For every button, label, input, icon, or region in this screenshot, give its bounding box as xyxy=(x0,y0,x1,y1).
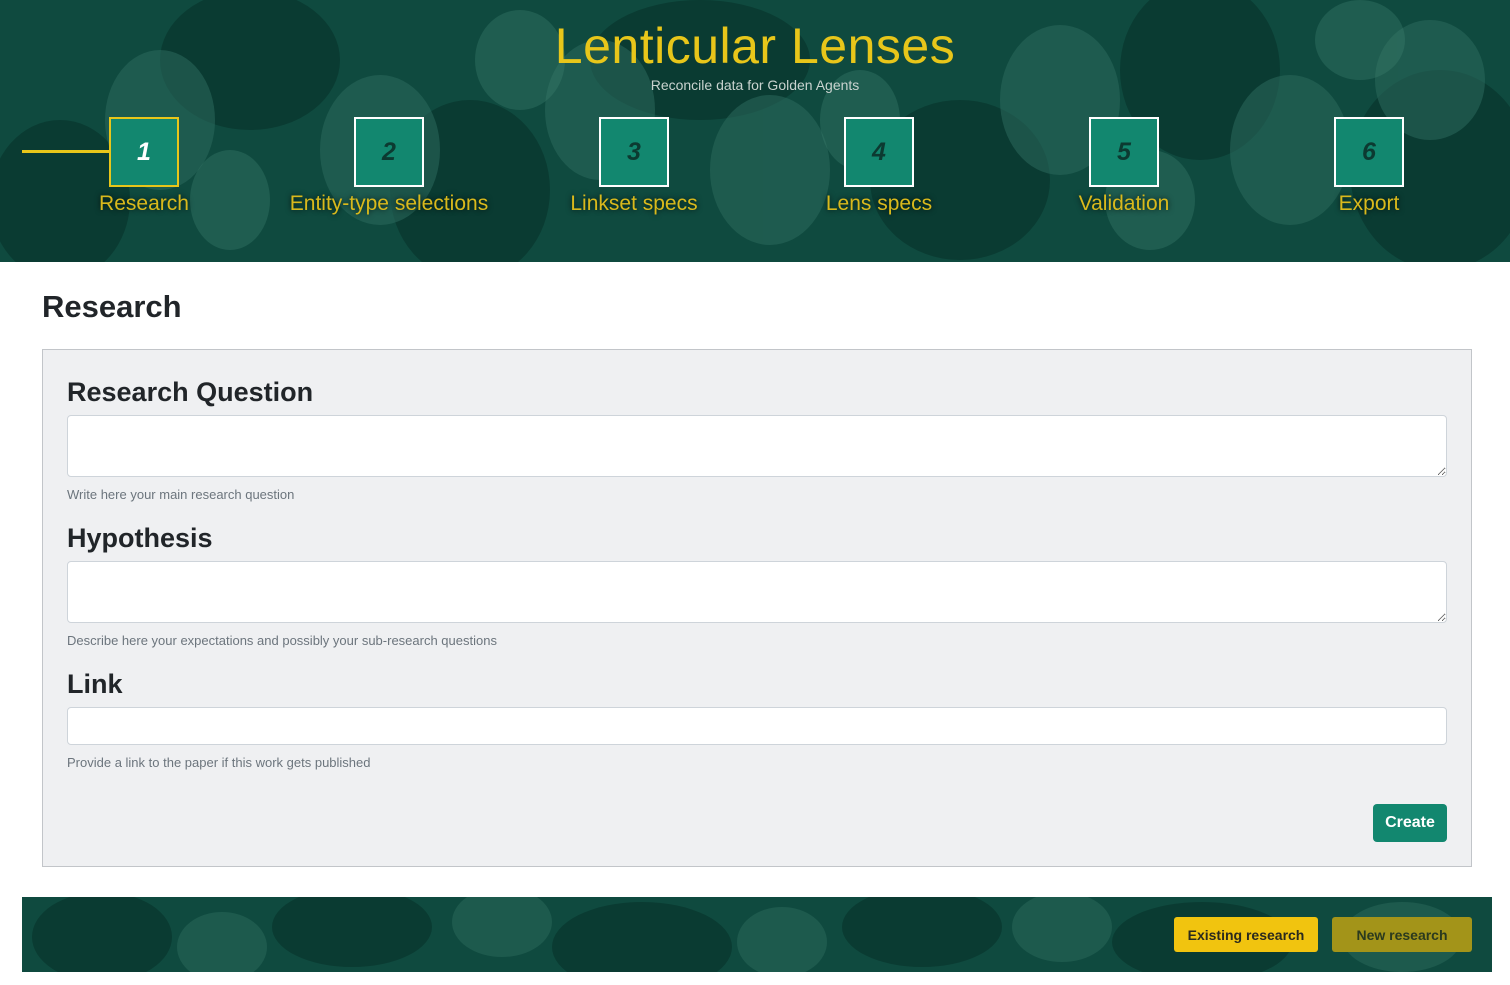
link-input[interactable] xyxy=(67,707,1447,745)
step-lens-specs[interactable]: 4 Lens specs xyxy=(759,117,999,217)
research-form-card: Research Question Write here your main r… xyxy=(42,349,1472,867)
step-label: Export xyxy=(1338,192,1400,215)
link-label: Link xyxy=(67,669,123,699)
step-number-box: 1 xyxy=(109,117,179,187)
hypothesis-input[interactable] xyxy=(67,561,1447,623)
page-title: Research xyxy=(42,289,182,324)
create-button[interactable]: Create xyxy=(1373,804,1447,842)
research-question-help: Write here your main research question xyxy=(67,487,295,502)
step-label: Lens specs xyxy=(825,192,933,215)
research-question-input[interactable] xyxy=(67,415,1447,477)
step-linkset-specs[interactable]: 3 Linkset specs xyxy=(514,117,754,217)
step-number-box: 3 xyxy=(599,117,669,187)
existing-research-button[interactable]: Existing research xyxy=(1174,917,1318,952)
step-export[interactable]: 6 Export xyxy=(1249,117,1489,217)
app-title: Lenticular Lenses xyxy=(554,18,956,74)
research-question-label: Research Question xyxy=(67,377,314,407)
step-number-box: 2 xyxy=(354,117,424,187)
step-label: Validation xyxy=(1078,192,1170,215)
step-validation[interactable]: 5 Validation xyxy=(1004,117,1244,217)
step-number-box: 4 xyxy=(844,117,914,187)
step-label: Linkset specs xyxy=(570,192,698,215)
link-help: Provide a link to the paper if this work… xyxy=(67,755,371,770)
step-entity-type-selections[interactable]: 2 Entity-type selections xyxy=(269,117,509,217)
footer-bar: Existing research New research xyxy=(22,897,1492,972)
app-header: Lenticular Lenses Reconcile data for Gol… xyxy=(0,0,1510,262)
step-number-box: 5 xyxy=(1089,117,1159,187)
step-research[interactable]: 1 Research xyxy=(24,117,264,217)
step-label: Entity-type selections xyxy=(289,192,489,215)
hypothesis-help: Describe here your expectations and poss… xyxy=(67,633,497,648)
step-number-box: 6 xyxy=(1334,117,1404,187)
hypothesis-label: Hypothesis xyxy=(67,523,213,553)
step-label: Research xyxy=(99,192,189,215)
new-research-button[interactable]: New research xyxy=(1332,917,1472,952)
app-subtitle: Reconcile data for Golden Agents xyxy=(650,77,860,93)
